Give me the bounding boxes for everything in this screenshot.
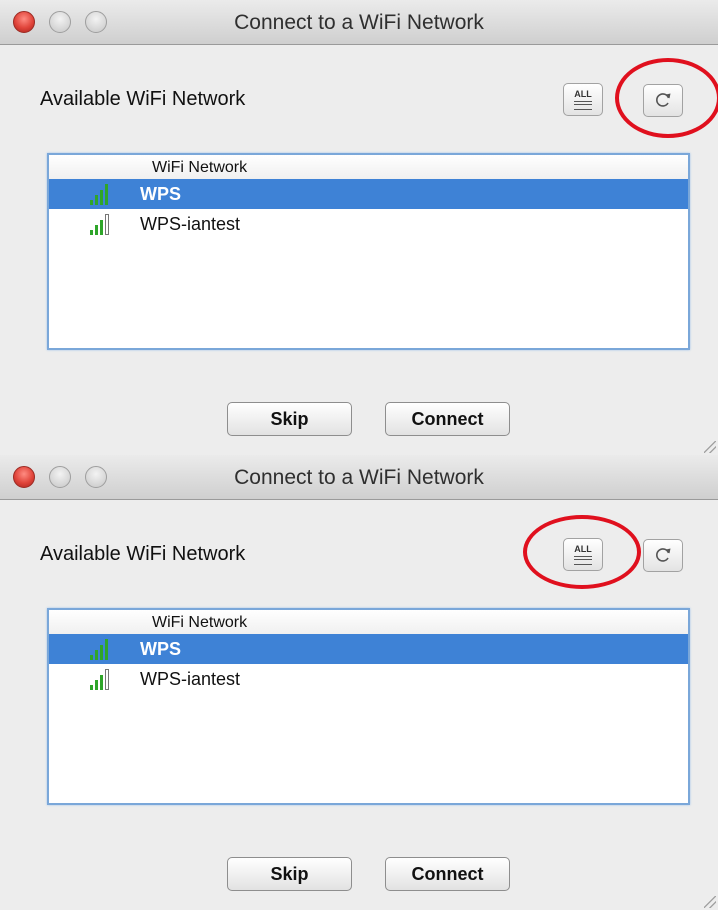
network-name: WPS — [140, 639, 182, 659]
connect-button[interactable]: Connect — [385, 857, 510, 891]
resize-grip-icon[interactable] — [704, 441, 716, 453]
skip-button[interactable]: Skip — [227, 857, 352, 891]
list-lines-icon — [574, 101, 592, 110]
wifi-dialog-window: Connect to a WiFi Network Available WiFi… — [0, 455, 718, 910]
list-lines-icon — [574, 556, 592, 565]
refresh-icon — [656, 93, 671, 107]
refresh-networks-button[interactable] — [643, 539, 683, 572]
connect-button[interactable]: Connect — [385, 402, 510, 436]
window-title: Connect to a WiFi Network — [234, 466, 484, 489]
available-networks-label: Available WiFi Network — [40, 543, 246, 565]
column-header-label: WiFi Network — [152, 614, 248, 631]
wifi-network-list[interactable]: WiFi Network WPS WPS-iantest — [47, 153, 690, 350]
wifi-signal-icon — [90, 639, 108, 660]
network-name: WPS-iantest — [140, 669, 241, 689]
title-bar[interactable]: Connect to a WiFi Network — [0, 0, 718, 45]
show-all-networks-button[interactable]: ALL — [563, 83, 603, 116]
list-column-header[interactable]: WiFi Network — [49, 610, 688, 635]
network-row-selected[interactable]: WPS — [49, 179, 688, 209]
wifi-dialog-window: Connect to a WiFi Network Available WiFi… — [0, 0, 718, 455]
skip-button[interactable]: Skip — [227, 402, 352, 436]
network-row-selected[interactable]: WPS — [49, 634, 688, 664]
refresh-networks-button[interactable] — [643, 84, 683, 117]
wifi-signal-icon — [90, 669, 109, 690]
wifi-signal-icon — [90, 184, 108, 205]
available-networks-label: Available WiFi Network — [40, 88, 246, 110]
list-column-header[interactable]: WiFi Network — [49, 155, 688, 180]
wifi-signal-icon — [90, 214, 109, 235]
resize-grip-icon[interactable] — [704, 896, 716, 908]
network-name: WPS — [140, 184, 182, 204]
title-bar[interactable]: Connect to a WiFi Network — [0, 455, 718, 500]
network-row[interactable]: WPS-iantest — [49, 664, 688, 694]
window-title: Connect to a WiFi Network — [234, 11, 484, 34]
network-name: WPS-iantest — [140, 214, 241, 234]
column-header-label: WiFi Network — [152, 159, 248, 176]
network-row[interactable]: WPS-iantest — [49, 209, 688, 239]
wifi-network-list[interactable]: WiFi Network WPS WPS-iantest — [47, 608, 690, 805]
show-all-networks-button[interactable]: ALL — [563, 538, 603, 571]
list-all-icon: ALL — [574, 544, 592, 554]
list-all-icon: ALL — [574, 89, 592, 99]
refresh-icon — [656, 548, 671, 562]
